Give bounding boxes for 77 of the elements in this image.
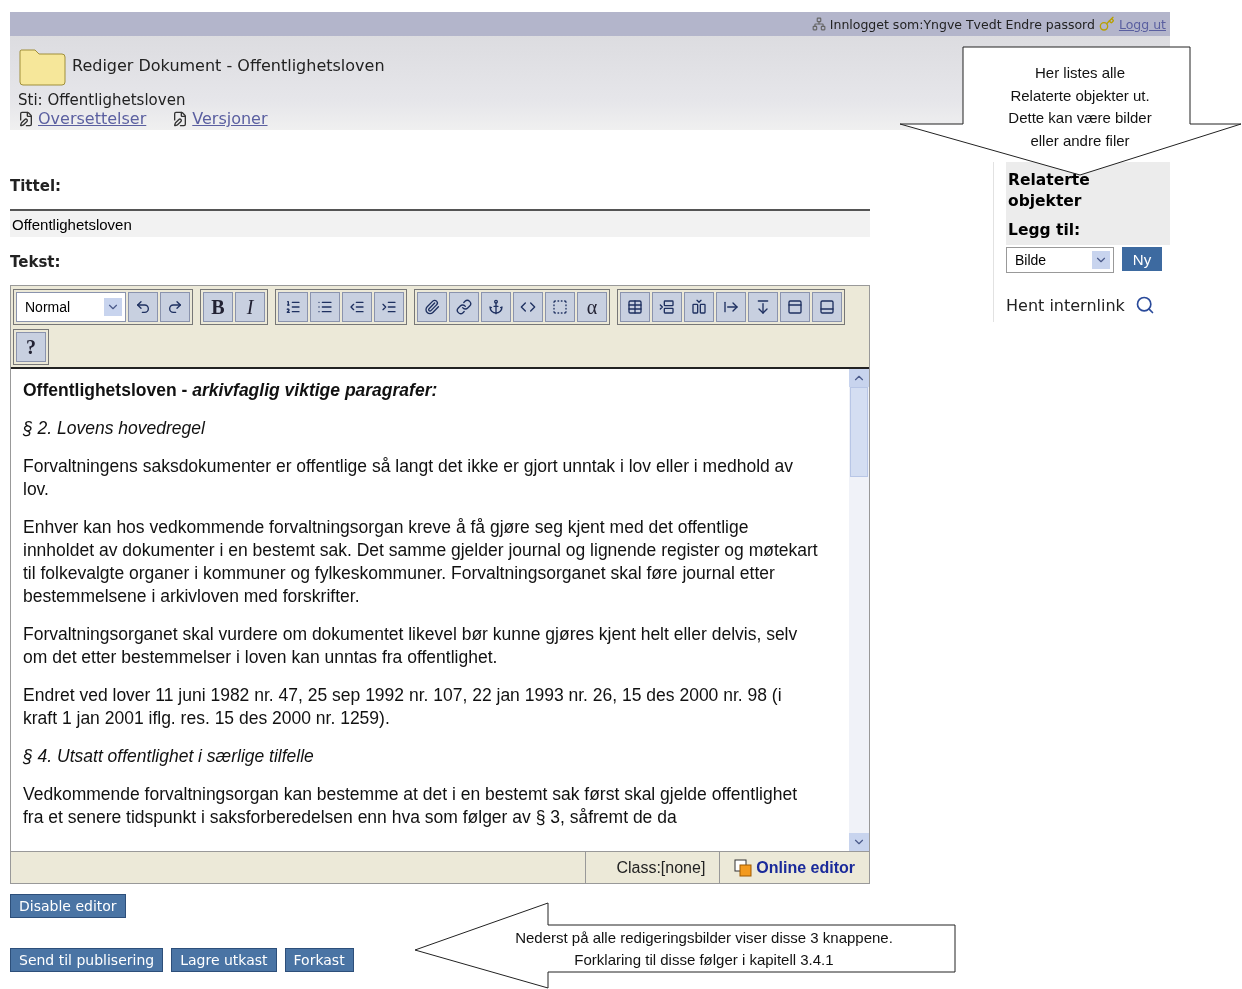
heading-text: Offentlighetsloven - arkivfaglig viktige paragrafer:: [23, 379, 439, 402]
toolbar-button[interactable]: [417, 292, 447, 322]
search-icon[interactable]: [1134, 295, 1155, 315]
toolbar-button[interactable]: ?: [16, 332, 46, 362]
header-link[interactable]: Versjoner: [192, 109, 268, 128]
toolbar-button[interactable]: [342, 292, 372, 322]
online-editor-link[interactable]: Online editor: [756, 858, 855, 877]
paragraph: Forvaltningens saksdokumenter er offentlige så langt det ikke er gjort unntak i lov eller i medhold av lov.: [23, 455, 795, 501]
dashed-square-icon: [552, 299, 568, 315]
heading-text: § 4. Utsatt offentlighet i særlige tilfelle: [23, 745, 315, 768]
link-icon: [456, 299, 472, 315]
toolbar-button[interactable]: [620, 292, 650, 322]
class-indicator: Class:[none]: [585, 852, 720, 883]
title-label: Tittel:: [10, 177, 63, 195]
scrollbar-thumb[interactable]: [850, 387, 868, 477]
paragraph: Endret ved lover 11 juni 1982 nr. 47, 25 sep 1992 nr. 107, 22 jan 1993 nr. 26, 15 des 2000 nr. 98 (i kraft 1 jan 2001 iflg. res. 15 des 2000 nr. 1259).: [23, 684, 783, 730]
change-password-link[interactable]: Endre passord: [1005, 16, 1095, 32]
numbered-list-icon: [285, 299, 301, 315]
add-label: Legg til:: [1008, 220, 1082, 241]
logged-in-user: Innlogget som:Yngve Tvedt: [829, 16, 1002, 32]
edit-document-icon: [18, 110, 34, 127]
insert-row-icon: [659, 299, 675, 315]
bullet-list-icon: [317, 299, 333, 315]
toolbar-button[interactable]: [481, 292, 511, 322]
toolbar-button[interactable]: [545, 292, 575, 322]
toolbar-button[interactable]: [812, 292, 842, 322]
undo-icon: [135, 299, 151, 315]
sidebar-title: Relaterte objekter: [1008, 170, 1091, 212]
indent-icon: [381, 299, 397, 315]
panel-bottom-icon: [819, 299, 835, 315]
internal-link[interactable]: Hent internlink: [1006, 295, 1125, 315]
key-icon: [1098, 16, 1115, 32]
paperclip-icon: [424, 299, 440, 315]
redo-icon: [167, 299, 183, 315]
toolbar-button[interactable]: [684, 292, 714, 322]
toolbar-button[interactable]: [513, 292, 543, 322]
callout-text: Her listes alle Relaterte objekter ut. Dette kan være bilder eller andre filer: [1007, 63, 1153, 151]
paragraph: Enhver kan hos vedkommende forvaltningsorgan kreve å få gjøre seg kjent med det offentlige innholdet av dokumenter i en bestemt sak. Det samme gjelder journal og lignende register og møtekart til folkevalgte organer i kommuner og fylkeskommuner. Forvaltningsorganet skal føre journal etter bestemmelsene i arkivloven med forskrifter.: [23, 516, 819, 608]
toolbar-button[interactable]: [652, 292, 682, 322]
toolbar-button[interactable]: [128, 292, 158, 322]
toolbar-button[interactable]: [716, 292, 746, 322]
scrollbar[interactable]: [849, 369, 869, 851]
callout-text: Nederst på alle redigeringsbilder viser disse 3 knappene. Forklaring til disse følger i kapitell 3.4.1: [514, 928, 894, 970]
sitemap-icon: [811, 17, 826, 31]
breadcrumb-path: Sti: Offentlighetsloven: [18, 92, 186, 108]
toolbar-button[interactable]: [310, 292, 340, 322]
outdent-icon: [349, 299, 365, 315]
toolbar-button[interactable]: [278, 292, 308, 322]
table-icon: [627, 299, 643, 315]
paragraph: Vedkommende forvaltningsorgan kan bestemme at det i en bestemt sak først skal gjelde offentlighet fra et senere tidspunkt i saksforberedelsen enn hva som følger av § 3, såfremt de da: [23, 783, 798, 829]
code-icon: [520, 299, 536, 315]
paragraph: Forvaltningsorganet skal vurdere om dokumentet likevel bør kunne gjøres kjent helt eller delvis, selv om det etter bestemmelser i loven kan unntas fra offentlighet.: [23, 623, 799, 669]
toolbar-button[interactable]: I: [235, 292, 265, 322]
toolbar-button[interactable]: B: [203, 292, 233, 322]
toolbar-button[interactable]: [780, 292, 810, 322]
toolbar-button[interactable]: α: [577, 292, 607, 322]
page-title: Rediger Dokument - Offentlighetsloven: [72, 55, 385, 75]
type-select[interactable]: Bilde: [1006, 247, 1114, 273]
text-label: Tekst:: [10, 253, 62, 271]
windows-icon: [734, 858, 753, 877]
toolbar-button[interactable]: [449, 292, 479, 322]
action-button[interactable]: Forkast: [284, 948, 354, 972]
format-select[interactable]: Normal: [16, 292, 126, 322]
anchor-icon: [488, 299, 504, 315]
title-input[interactable]: Offentlighetsloven: [10, 209, 870, 237]
disable-editor-button[interactable]: Disable editor: [10, 894, 126, 918]
insert-column-icon: [691, 299, 707, 315]
toolbar-button[interactable]: [160, 292, 190, 322]
toolbar-button[interactable]: [374, 292, 404, 322]
action-button[interactable]: Lagre utkast: [171, 948, 277, 972]
new-button[interactable]: Ny: [1122, 247, 1162, 271]
action-button[interactable]: Send til publisering: [10, 948, 164, 972]
header-link[interactable]: Oversettelser: [38, 109, 147, 128]
panel-top-icon: [787, 299, 803, 315]
heading-text: § 2. Lovens hovedregel: [23, 417, 207, 440]
toolbar-button[interactable]: [748, 292, 778, 322]
edit-document-icon: [172, 110, 189, 127]
